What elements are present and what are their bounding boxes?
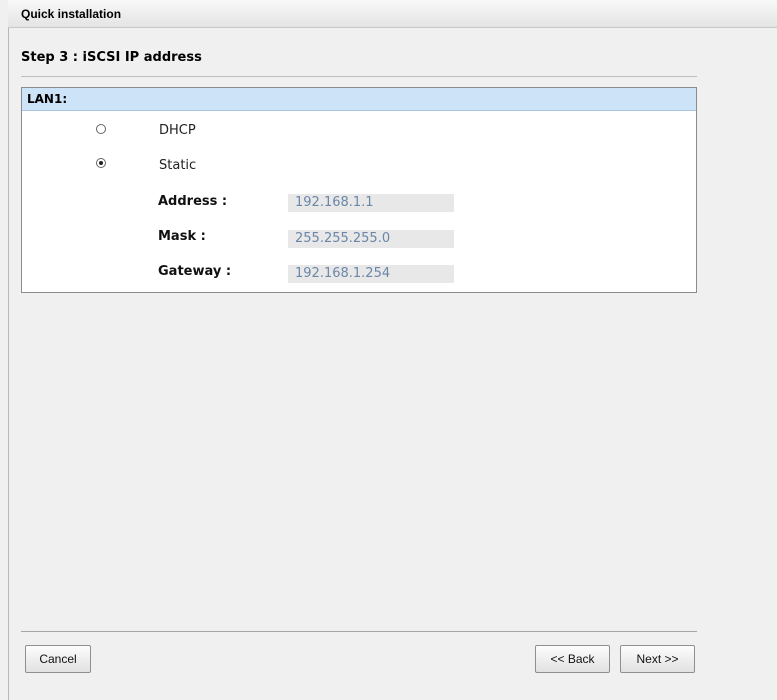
static-label[interactable]: Static — [159, 158, 196, 173]
static-radio[interactable] — [96, 158, 106, 168]
lan1-panel: LAN1: DHCP Static Address : Mask : Gatew… — [21, 87, 697, 293]
panel-title: LAN1: — [27, 92, 68, 106]
address-label: Address : — [158, 194, 228, 209]
window-title: Quick installation — [21, 7, 122, 21]
step-title: Step 3 : iSCSI IP address — [21, 50, 202, 65]
mask-input[interactable] — [288, 230, 454, 248]
address-input[interactable] — [288, 194, 454, 212]
back-button[interactable]: << Back — [535, 645, 610, 673]
panel-header: LAN1: — [22, 88, 696, 111]
dhcp-radio[interactable] — [96, 124, 106, 134]
gateway-input[interactable] — [288, 265, 454, 283]
cancel-button[interactable]: Cancel — [25, 645, 91, 673]
footer-divider — [21, 631, 697, 632]
window-left-border — [8, 0, 9, 700]
next-button[interactable]: Next >> — [620, 645, 695, 673]
dhcp-label[interactable]: DHCP — [159, 123, 196, 138]
divider — [21, 76, 697, 77]
mask-label: Mask : — [158, 229, 206, 244]
gateway-label: Gateway : — [158, 264, 232, 279]
window-titlebar: Quick installation — [8, 0, 777, 28]
